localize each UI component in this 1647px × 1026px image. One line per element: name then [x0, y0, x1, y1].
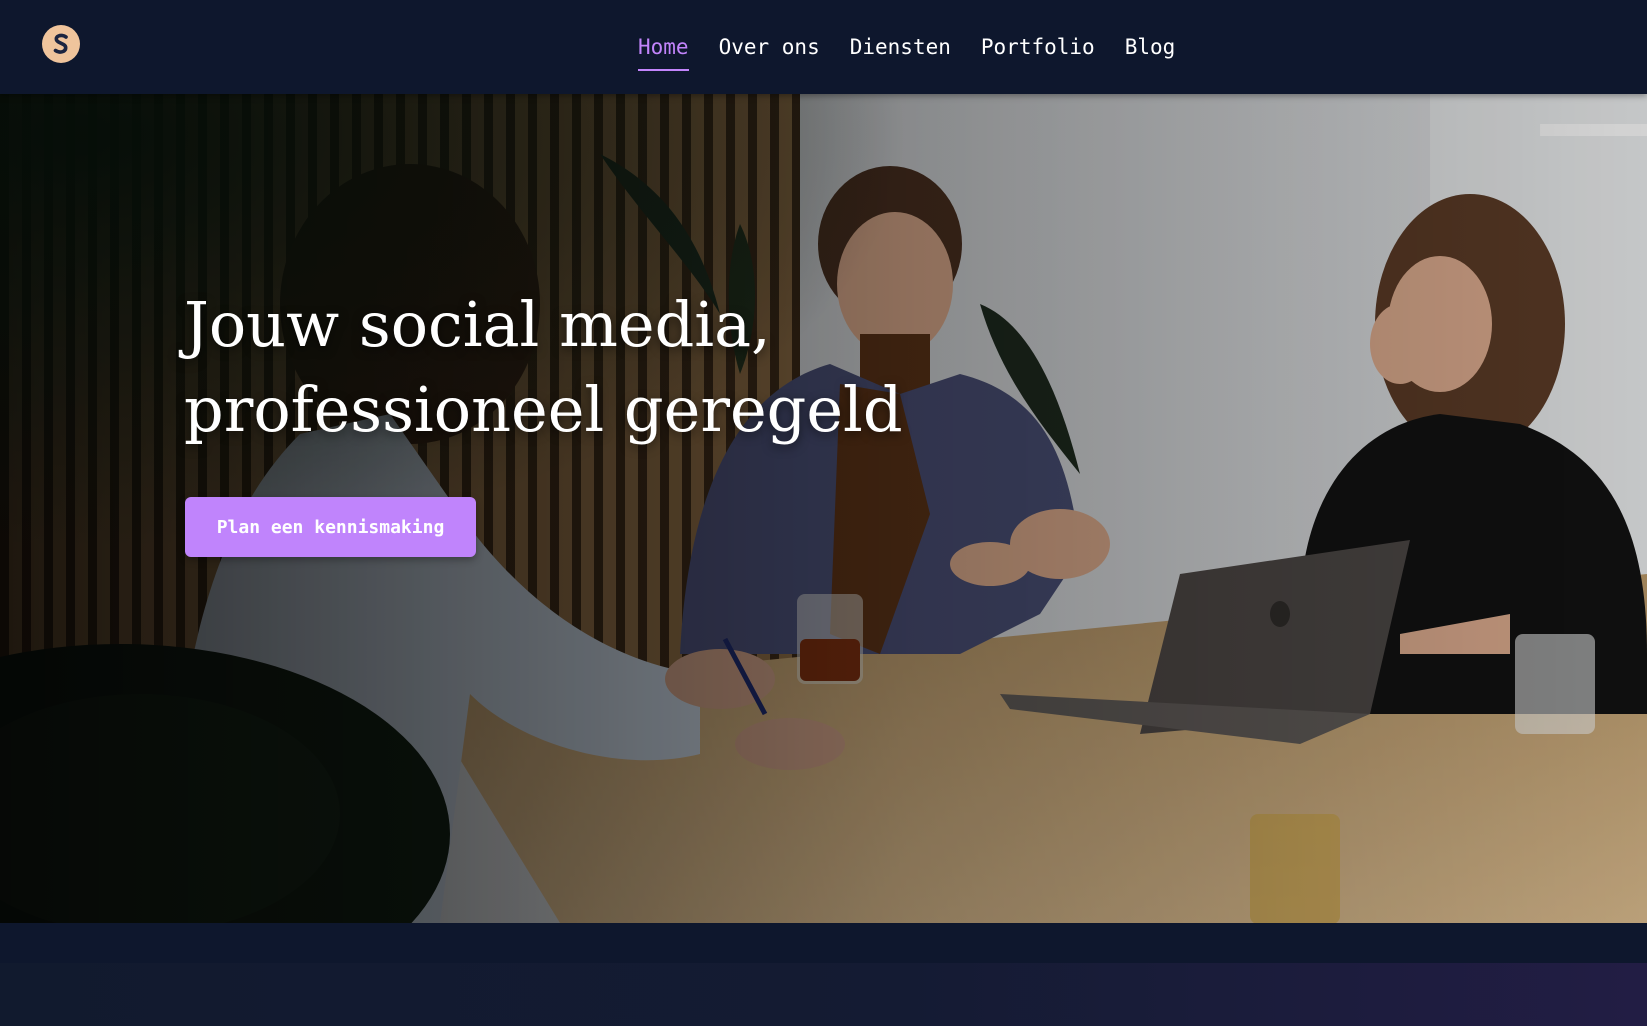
- plan-kennismaking-button[interactable]: Plan een kennismaking: [185, 497, 476, 557]
- nav-item-portfolio[interactable]: Portfolio: [981, 35, 1095, 59]
- hero-title-line-1: Jouw social media,: [184, 288, 771, 361]
- main-nav: Home Over ons Diensten Portfolio Blog: [638, 0, 1175, 94]
- nav-item-diensten[interactable]: Diensten: [850, 35, 951, 59]
- nav-item-blog[interactable]: Blog: [1125, 35, 1176, 59]
- bottom-gradient-strip: [0, 963, 1647, 1026]
- nav-item-home[interactable]: Home: [638, 35, 689, 71]
- nav-item-over-ons[interactable]: Over ons: [719, 35, 820, 59]
- s-logo-icon[interactable]: [42, 25, 80, 63]
- hero-section: Jouw social media, professioneel geregel…: [0, 94, 1647, 923]
- logo-monogram-icon: [53, 33, 68, 54]
- top-navbar: Home Over ons Diensten Portfolio Blog: [0, 0, 1647, 94]
- bottom-section: [0, 923, 1647, 1026]
- hero-title-line-2: professioneel geregeld: [184, 373, 903, 446]
- hero-title: Jouw social media, professioneel geregel…: [184, 282, 944, 452]
